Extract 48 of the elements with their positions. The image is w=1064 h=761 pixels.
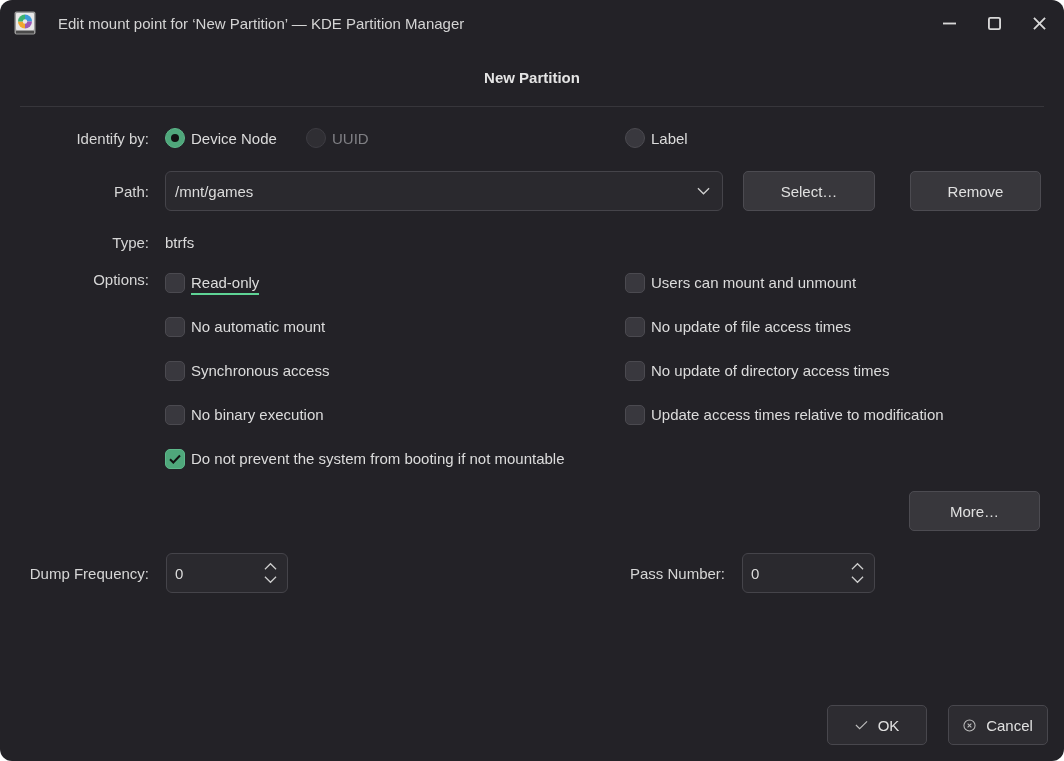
push-button[interactable]: Select… [743, 171, 875, 211]
dialog-heading: New Partition [483, 68, 581, 88]
check-icon [854, 720, 868, 730]
checkbox-option[interactable]: Do not prevent the system from booting if not mountable [165, 447, 565, 471]
path-combo-box[interactable]: /mnt/games [165, 171, 723, 211]
checkbox-option[interactable]: No binary execution [165, 403, 324, 427]
radio-indicator[interactable] [625, 128, 645, 148]
checkbox-option[interactable]: Read-only [165, 271, 260, 295]
checkbox-option[interactable]: No update of file access times [625, 315, 852, 339]
up-down-arrows-icon [851, 562, 864, 584]
close-icon [1032, 16, 1046, 30]
field-label: Options: [92, 271, 149, 289]
checkbox[interactable] [165, 449, 185, 469]
checkbox-option[interactable]: Update access times relative to modification [625, 403, 944, 427]
cancel-button[interactable]: Cancel [948, 705, 1048, 745]
check-icon [169, 454, 181, 464]
field-label: Identify by: [75, 129, 149, 147]
checkbox-option[interactable]: No update of directory access times [625, 359, 890, 383]
type-value: btrfs [165, 233, 195, 251]
up-down-arrows-icon [264, 562, 277, 584]
chevron-down-icon [697, 187, 710, 195]
radio-option[interactable]: Label [625, 128, 688, 148]
checkbox[interactable] [165, 317, 185, 337]
radio-indicator[interactable] [165, 128, 185, 148]
checkbox-option[interactable]: Users can mount and unmount [625, 271, 857, 295]
checkbox-option[interactable]: Synchronous access [165, 359, 330, 383]
field-label: Pass Number: [628, 564, 725, 582]
checkbox[interactable] [625, 361, 645, 381]
field-label: Type: [111, 233, 149, 251]
window-title: Edit mount point for ‘New Partition’ — KDE Partition Manager [58, 14, 466, 32]
field-label: Path: [112, 182, 149, 200]
checkbox[interactable] [625, 273, 645, 293]
dump-frequency-spinbox[interactable]: 0 [166, 553, 288, 593]
radio-option[interactable]: Device Node [165, 128, 277, 148]
circle-x-icon [963, 718, 977, 732]
maximize-icon [987, 16, 1001, 30]
checkbox[interactable] [625, 317, 645, 337]
ok-button[interactable]: OK [827, 705, 927, 745]
checkbox-option[interactable]: No automatic mount [165, 315, 326, 339]
checkbox[interactable] [165, 405, 185, 425]
field-label: Dump Frequency: [28, 564, 149, 582]
more-button[interactable]: More… [909, 491, 1040, 531]
pass-number-spinbox[interactable]: 0 [742, 553, 875, 593]
drive-icon [14, 11, 36, 35]
checkbox[interactable] [165, 361, 185, 381]
checkbox[interactable] [625, 405, 645, 425]
checkbox[interactable] [165, 273, 185, 293]
push-button[interactable]: Remove [910, 171, 1041, 211]
